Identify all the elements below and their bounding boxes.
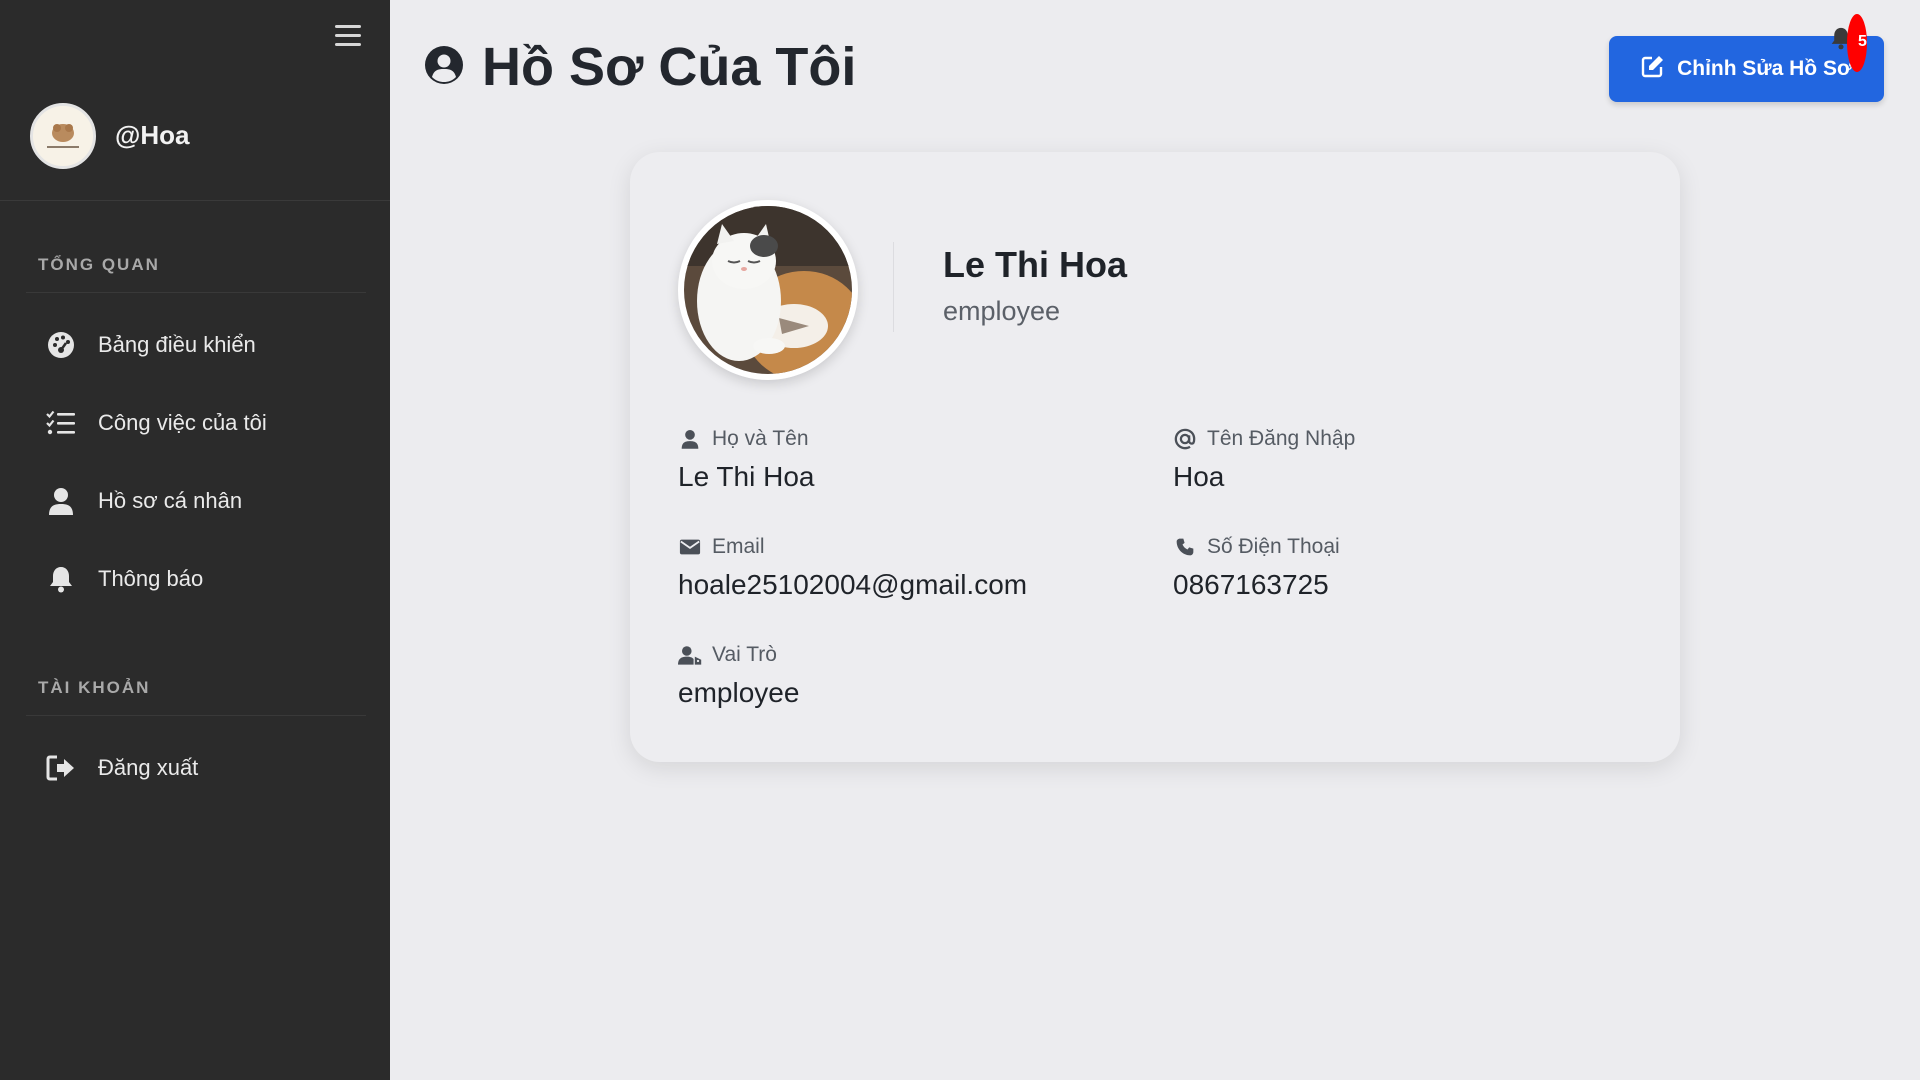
sidebar-item-label: Hồ sơ cá nhân [98, 488, 243, 513]
bell-icon [44, 562, 78, 596]
section-label-overview: TỔNG QUAN [38, 255, 160, 274]
sidebar-item-label: Đăng xuất [98, 755, 199, 780]
field-value: 0867163725 [1173, 569, 1329, 600]
sidebar-item-dashboard[interactable]: Bảng điều khiển [26, 315, 366, 375]
sidebar-item-label: Bảng điều khiển [98, 332, 256, 357]
profile-name: Le Thi Hoa [943, 244, 1128, 285]
field-value: Le Thi Hoa [678, 461, 815, 492]
edit-icon [1641, 54, 1665, 84]
profile-role: employee [943, 296, 1061, 326]
profile-photo [678, 200, 858, 380]
field-label: Tên Đăng Nhập [1207, 427, 1356, 450]
user-icon [678, 428, 702, 450]
divider [893, 242, 894, 332]
divider [26, 715, 366, 716]
sidebar: @Hoa TỔNG QUAN Bảng điều khiển Công việc… [0, 0, 390, 1080]
notification-count: 5 [1858, 33, 1867, 50]
field-username: Tên Đăng Nhập Hoa [1173, 427, 1633, 493]
menu-toggle-icon[interactable] [335, 25, 361, 47]
profile-card: Le Thi Hoa employee Họ và Tên Le Thi Hoa… [630, 152, 1680, 762]
user-circle-icon [424, 45, 464, 90]
task-list-icon [44, 406, 78, 440]
sidebar-item-profile[interactable]: Hồ sơ cá nhân [26, 471, 366, 531]
phone-icon [1173, 536, 1197, 558]
at-sign-icon [1173, 428, 1197, 450]
edit-profile-label: Chỉnh Sửa Hồ Sơ [1677, 57, 1852, 80]
field-label: Họ và Tên [712, 427, 809, 450]
field-label: Email [712, 535, 765, 558]
page-title-text: Hồ Sơ Của Tôi [482, 37, 857, 97]
section-label-account: TÀI KHOẢN [38, 678, 151, 697]
field-role: Vai Trò employee [678, 643, 1138, 709]
sidebar-item-my-tasks[interactable]: Công việc của tôi [26, 393, 366, 453]
user-icon [44, 484, 78, 518]
sidebar-item-label: Công việc của tôi [98, 410, 267, 435]
field-email: Email hoale25102004@gmail.com [678, 535, 1138, 601]
field-full-name: Họ và Tên Le Thi Hoa [678, 427, 1138, 493]
sidebar-item-label: Thông báo [98, 566, 204, 591]
page-title: Hồ Sơ Của Tôi [424, 36, 856, 98]
field-label: Số Điện Thoại [1207, 535, 1340, 558]
sidebar-username: @Hoa [115, 120, 190, 150]
field-value: Hoa [1173, 461, 1225, 492]
field-phone: Số Điện Thoại 0867163725 [1173, 535, 1633, 601]
envelope-icon [678, 536, 702, 558]
divider [26, 292, 366, 293]
sidebar-item-logout[interactable]: Đăng xuất [26, 738, 366, 798]
sidebar-item-notifications[interactable]: Thông báo [26, 549, 366, 609]
logout-icon [44, 751, 78, 785]
field-value: employee [678, 677, 800, 708]
avatar [30, 103, 96, 169]
user-tag-icon [678, 644, 702, 666]
user-block: @Hoa [0, 100, 390, 201]
field-label: Vai Trò [712, 643, 777, 666]
dashboard-icon [44, 328, 78, 362]
field-value: hoale25102004@gmail.com [678, 569, 1028, 600]
